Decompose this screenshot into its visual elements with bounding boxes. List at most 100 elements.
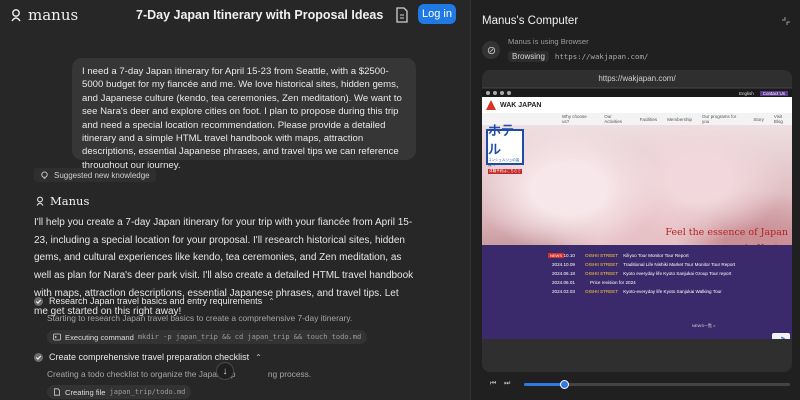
hotel-badge-title: ホテル — [488, 124, 515, 158]
arrow-down-icon: ↓ — [222, 365, 228, 377]
site-contact-button[interactable]: Contact Us — [759, 90, 788, 96]
terminal-icon — [53, 333, 61, 341]
news-title: Price revision for 2024 — [590, 280, 636, 285]
app-name: manus — [28, 6, 79, 24]
news-item[interactable]: 2024.06.01 Price revision for 2024 — [552, 278, 792, 287]
social-icon[interactable] — [500, 91, 504, 95]
recaptcha-icon — [780, 336, 786, 339]
collapse-icon[interactable] — [781, 16, 791, 26]
site-nav-item[interactable]: Our Activities — [604, 114, 629, 124]
tool-using-text: Manus is using Browser — [508, 37, 589, 46]
login-button[interactable]: Log in — [418, 4, 456, 24]
news-tag: OISHII STREET — [585, 253, 619, 258]
step-description: Starting to research Japan travel basics… — [47, 313, 353, 323]
hotel-badge-subtitle: コンシェルジュの皆様へ — [488, 158, 520, 167]
social-icon[interactable] — [493, 91, 497, 95]
lightbulb-icon — [41, 170, 48, 179]
skip-back-icon[interactable]: ⏮ — [490, 380, 498, 388]
site-nav-item[interactable]: Story — [753, 117, 764, 122]
site-logo-text[interactable]: WAK JAPAN — [500, 102, 541, 109]
news-date: 2024.10.09 — [552, 262, 575, 267]
computer-title: Manus's Computer — [482, 15, 579, 27]
site-nav-item[interactable]: Why choose us? — [562, 114, 594, 124]
news-date: 2024.03.03 — [552, 289, 575, 294]
news-more-link[interactable]: NEWS一覧 > — [692, 323, 715, 329]
news-title: Kiliyoo Tour Monitor Tour Report — [623, 253, 689, 258]
news-tag: OISHII STREET — [585, 262, 619, 267]
step-title: Create comprehensive travel preparation … — [49, 352, 250, 362]
news-title: Kyoto-everyday life Kyoto Sanjukai Walki… — [623, 289, 722, 294]
website-screenshot[interactable]: English Contact Us WAK JAPAN Why choose … — [482, 89, 792, 339]
step-description-tail: ng process. — [267, 369, 312, 379]
hotel-badge[interactable]: ホテル コンシェルジュの皆様へ 体験予約はこちらで — [486, 124, 524, 174]
playback-knob[interactable] — [559, 379, 569, 389]
computer-pane: Manus's Computer Manus is using Browser … — [470, 0, 800, 400]
chevron-up-icon[interactable]: ⌃ — [255, 353, 262, 362]
news-title: Traditional Life Nishiki Market Tour Mon… — [623, 262, 736, 267]
browser-view: https://wakjapan.com/ English Contact Us… — [482, 70, 792, 372]
news-tag: OISHII STREET — [585, 289, 619, 294]
browsing-label: Browsing — [508, 51, 549, 62]
site-header: WAK JAPAN — [482, 97, 792, 113]
skip-forward-icon[interactable]: ⏭ — [504, 380, 512, 388]
command-chip[interactable]: Executing command mkdir -p japan_trip &&… — [47, 330, 368, 344]
chevron-up-icon[interactable]: ⌃ — [268, 297, 275, 306]
news-item[interactable]: 2024.10.10 OISHII STREET Kiliyoo Tour Mo… — [552, 251, 792, 260]
command-label: Executing command — [65, 332, 134, 342]
browsing-url: https://wakjapan.com/ — [554, 52, 649, 61]
knowledge-label: Suggested new knowledge — [54, 170, 150, 180]
url-bar: https://wakjapan.com/ — [482, 70, 792, 88]
news-badge: NEWS — [548, 253, 564, 258]
command-text: mkdir -p japan_trip && cd japan_trip && … — [137, 333, 362, 341]
hero-tagline-line1: Feel the essence of Japan — [665, 227, 788, 238]
assistant-header: Manus — [34, 194, 89, 208]
suggested-knowledge[interactable]: Suggested new knowledge — [34, 168, 156, 182]
step-check-icon — [34, 296, 43, 306]
news-date: 2024.06.01 — [552, 280, 575, 285]
page-title: 7-Day Japan Itinerary with Proposal Idea… — [136, 8, 384, 22]
news-item[interactable]: 2024.03.03 OISHII STREET Kyoto-everyday … — [552, 287, 792, 296]
playback-progress — [524, 382, 564, 386]
app-logo[interactable]: manus — [8, 6, 78, 24]
step-description: Creating a todo checklist to organize th… — [47, 369, 311, 379]
assistant-name: Manus — [50, 194, 90, 208]
step-description-text: Creating a todo checklist to organize th… — [47, 369, 236, 379]
file-chip[interactable]: Creating file japan_trip/todo.md — [47, 385, 192, 399]
site-nav-item[interactable]: Facilities — [640, 117, 658, 122]
playback-slider[interactable] — [524, 379, 790, 389]
manus-logo-icon — [11, 9, 21, 22]
user-message: I need a 7-day Japan itinerary for April… — [72, 58, 416, 171]
step-1[interactable]: Research Japan travel basics and entry r… — [34, 296, 275, 306]
site-nav-item[interactable]: Our programs for you — [702, 114, 743, 124]
news-tag: OISHII STREET — [585, 271, 619, 276]
news-date: 2024.06.18 — [552, 271, 575, 276]
site-nav-item[interactable]: Visit Blog — [774, 114, 792, 124]
top-bar: manus 7-Day Japan Itinerary with Proposa… — [0, 0, 470, 30]
browser-icon — [482, 41, 500, 59]
site-nav-item[interactable]: Membership — [667, 117, 692, 122]
tool-status: Manus is using Browser Browsing https://… — [482, 36, 648, 62]
file-icon — [54, 388, 60, 396]
site-logo-icon[interactable] — [486, 100, 496, 110]
news-title: Kyoto everyday life Kyoto Sanjukai Group… — [623, 271, 732, 276]
step-title: Research Japan travel basics and entry r… — [49, 296, 263, 306]
site-top-strip: English Contact Us — [482, 89, 792, 97]
files-icon[interactable] — [394, 6, 410, 24]
step-check-icon — [34, 352, 43, 362]
step-2[interactable]: Create comprehensive travel preparation … — [34, 352, 262, 362]
social-icon[interactable] — [507, 91, 511, 95]
hotel-badge-cta: 体験予約はこちらで — [488, 169, 522, 174]
scroll-down-button[interactable]: ↓ — [216, 362, 234, 380]
news-panel: NEWS 2024.10.10 OISHII STREET Kiliyoo To… — [482, 245, 792, 339]
file-path: japan_trip/todo.md — [109, 388, 186, 396]
social-icon[interactable] — [486, 91, 490, 95]
site-nav: Why choose us? Our Activities Facilities… — [482, 113, 792, 125]
news-item[interactable]: 2024.06.18 OISHII STREET Kyoto everyday … — [552, 269, 792, 278]
news-item[interactable]: 2024.10.09 OISHII STREET Traditional Lif… — [552, 260, 792, 269]
chat-pane: manus 7-Day Japan Itinerary with Proposa… — [0, 0, 470, 400]
playback-bar: ⏮ ⏭ — [482, 376, 792, 392]
file-action-label: Creating file — [65, 387, 106, 397]
recaptcha-badge[interactable] — [772, 333, 790, 339]
manus-avatar-icon — [36, 196, 44, 206]
site-language-link[interactable]: English — [739, 91, 754, 96]
